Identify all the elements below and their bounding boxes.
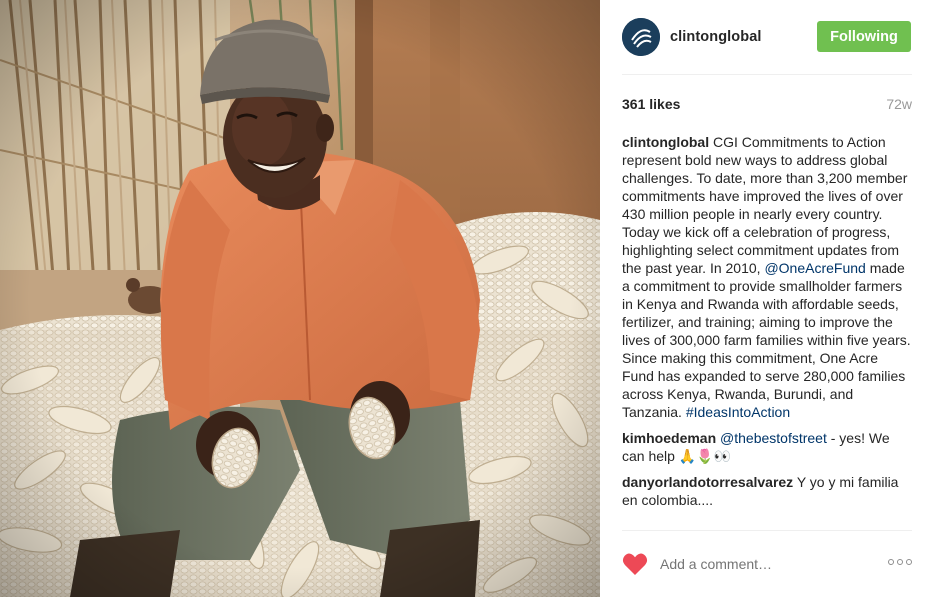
instagram-post: clintonglobal Following 361 likes 72w cl…	[0, 0, 934, 597]
post-meta: 361 likes 72w	[622, 94, 912, 114]
caption: clintonglobal CGI Commitments to Action …	[622, 133, 912, 421]
post-header: clintonglobal Following	[622, 0, 912, 75]
mention-link[interactable]: @thebestofstreet	[720, 430, 827, 446]
comment-list: clintonglobal CGI Commitments to Action …	[622, 133, 912, 517]
cgi-logo-icon[interactable]	[622, 18, 660, 56]
avatar-globe-icon	[622, 18, 660, 56]
comment-author[interactable]: clintonglobal	[622, 134, 709, 150]
photo-farmer-with-maize	[0, 0, 600, 597]
post-photo[interactable]	[0, 0, 600, 597]
post-side-panel: clintonglobal Following 361 likes 72w cl…	[600, 0, 934, 597]
comment-author[interactable]: danyorlandotorresalvarez	[622, 474, 793, 490]
comment: kimhoedeman @thebestofstreet - yes! We c…	[622, 429, 912, 465]
post-age[interactable]: 72w	[886, 96, 912, 112]
more-dot	[897, 559, 903, 565]
comment-author[interactable]: kimhoedeman	[622, 430, 716, 446]
more-dot	[888, 559, 894, 565]
caption-text-part-1: CGI Commitments to Action represent bold…	[622, 134, 908, 276]
caption-text-part-2: made a commitment to provide smallholder…	[622, 260, 911, 420]
more-options-icon[interactable]	[888, 559, 912, 565]
following-button[interactable]: Following	[817, 21, 911, 52]
post-footer	[622, 530, 912, 597]
add-comment-input[interactable]	[660, 556, 860, 572]
username[interactable]: clintonglobal	[670, 29, 762, 45]
comment: danyorlandotorresalvarez Y yo y mi famil…	[622, 473, 912, 509]
heart-icon[interactable]	[622, 552, 648, 576]
mention-link[interactable]: @OneAcreFund	[764, 260, 865, 276]
hashtag-link[interactable]: #IdeasIntoAction	[686, 404, 790, 420]
like-count[interactable]: 361 likes	[622, 96, 680, 112]
more-dot	[906, 559, 912, 565]
